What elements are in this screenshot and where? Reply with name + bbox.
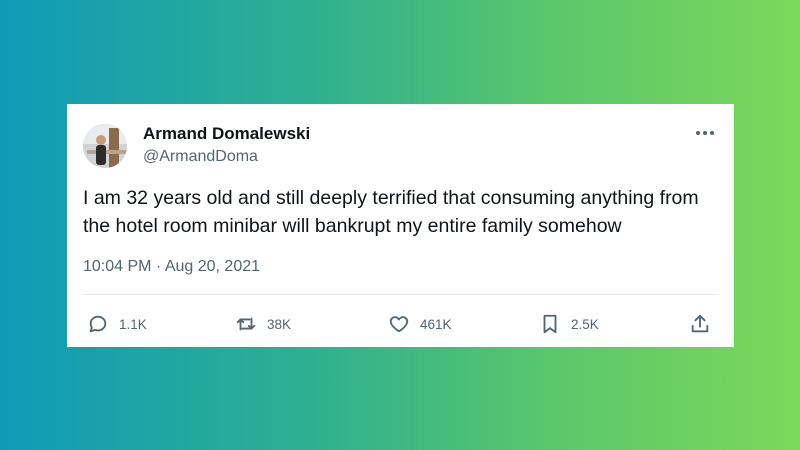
more-icon[interactable] [694,124,716,142]
reply-button[interactable]: 1.1K [87,310,147,338]
divider [83,294,718,295]
bookmark-button[interactable]: 2.5K [539,310,599,338]
author-handle[interactable]: @ArmandDoma [143,148,258,166]
bookmark-icon [543,314,557,334]
action-bar: 1.1K 38K 461K 2.5K [83,310,718,338]
share-button[interactable] [689,310,711,338]
reply-count: 1.1K [119,316,147,332]
like-count: 461K [420,316,452,332]
retweet-icon [236,317,256,331]
bookmark-count: 2.5K [571,316,599,332]
tweet-timestamp[interactable]: 10:04 PM · Aug 20, 2021 [83,258,260,276]
reply-icon [89,315,107,333]
tweet-card: Armand Domalewski @ArmandDoma I am 32 ye… [67,104,734,347]
tweet-text: I am 32 years old and still deeply terri… [83,187,699,237]
retweet-button[interactable]: 38K [235,310,291,338]
avatar[interactable] [83,124,127,168]
retweet-count: 38K [267,316,292,332]
share-icon [691,314,709,333]
author-name[interactable]: Armand Domalewski [143,124,310,144]
like-button[interactable]: 461K [388,310,452,338]
heart-icon [389,316,409,333]
